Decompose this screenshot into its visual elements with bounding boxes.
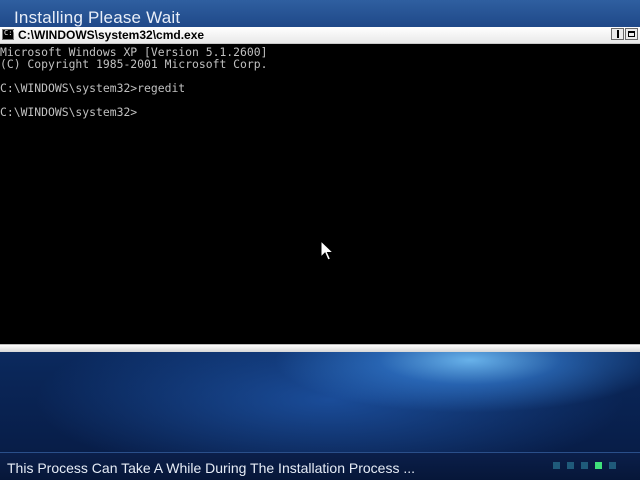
status-text: This Process Can Take A While During The… <box>7 460 416 476</box>
window-controls <box>611 28 638 40</box>
cmd-titlebar[interactable]: C:\ C:\WINDOWS\system32\cmd.exe <box>0 27 640 44</box>
status-bar: This Process Can Take A While During The… <box>0 452 640 480</box>
mouse-pointer-icon <box>320 240 334 261</box>
console-line: (C) Copyright 1985-2001 Microsoft Corp. <box>0 57 268 71</box>
cmd-icon-text: C:\ <box>4 29 17 37</box>
restore-icon <box>617 30 621 38</box>
cmd-icon[interactable]: C:\ <box>2 29 17 40</box>
console-output[interactable]: Microsoft Windows XP [Version 5.1.2600] … <box>0 44 640 344</box>
maximize-button[interactable] <box>625 28 638 40</box>
progress-dot <box>553 462 560 469</box>
setup-header: Installing Please Wait <box>0 0 640 30</box>
restore-button[interactable] <box>611 28 624 40</box>
cmd-window-title: C:\WINDOWS\system32\cmd.exe <box>18 28 205 42</box>
progress-dot <box>595 462 602 469</box>
progress-dot <box>567 462 574 469</box>
cmd-bottom-border <box>0 344 640 352</box>
cmd-window[interactable]: C:\ C:\WINDOWS\system32\cmd.exe Microsof… <box>0 27 640 352</box>
setup-title: Installing Please Wait <box>14 8 181 27</box>
console-prompt[interactable]: C:\WINDOWS\system32> <box>0 106 137 118</box>
progress-dot <box>581 462 588 469</box>
console-line: C:\WINDOWS\system32>regedit <box>0 81 186 95</box>
progress-dot <box>609 462 616 469</box>
maximize-icon <box>628 31 635 37</box>
progress-indicator <box>553 462 616 469</box>
